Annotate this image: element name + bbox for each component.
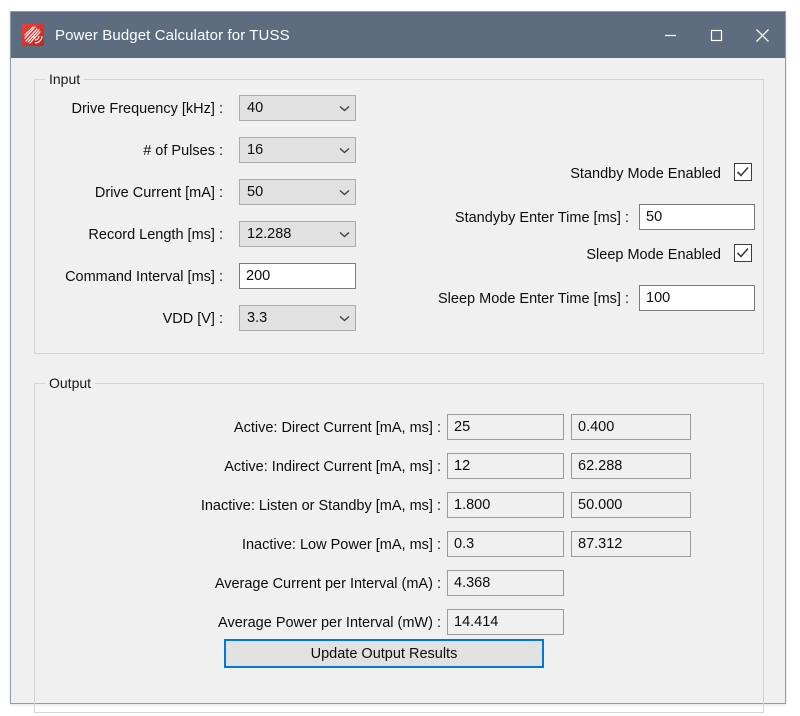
sleep-mode-enabled-checkbox[interactable]	[734, 244, 752, 262]
window-title: Power Budget Calculator for TUSS	[55, 27, 647, 44]
number-of-pulses-combobox[interactable]: 16	[239, 137, 356, 163]
chevron-down-icon	[333, 147, 355, 154]
average-current-ma: 4.368	[448, 575, 490, 591]
inactive-listen-standby-value1: 1.800	[447, 492, 564, 518]
command-interval-input[interactable]: 200	[239, 263, 356, 289]
chevron-down-icon	[333, 231, 355, 238]
record-length-value: 12.288	[240, 226, 333, 242]
number-of-pulses-label: # of Pulses :	[31, 141, 223, 161]
drive-frequency-combobox[interactable]: 40	[239, 95, 356, 121]
chevron-down-icon	[333, 105, 355, 112]
active-direct-current-label: Active: Direct Current [mA, ms] :	[111, 418, 441, 438]
inactive-low-power-ms: 87.312	[572, 536, 622, 552]
ultrasonic-wave-icon	[22, 24, 44, 46]
active-direct-current-value1: 25	[447, 414, 564, 440]
drive-current-combobox[interactable]: 50	[239, 179, 356, 205]
average-power-value: 14.414	[447, 609, 564, 635]
standby-mode-enabled-label: Standby Mode Enabled	[431, 164, 721, 184]
title-bar[interactable]: Power Budget Calculator for TUSS	[11, 12, 785, 58]
sleep-mode-enter-time-value: 100	[640, 290, 670, 306]
output-group-title: Output	[45, 375, 95, 391]
inactive-low-power-label: Inactive: Low Power [mA, ms] :	[111, 535, 441, 555]
chevron-down-icon	[333, 189, 355, 196]
inactive-low-power-value2: 87.312	[571, 531, 691, 557]
sleep-mode-enter-time-input[interactable]: 100	[639, 285, 755, 311]
inactive-listen-standby-ms: 50.000	[572, 497, 622, 513]
standby-mode-enabled-checkbox[interactable]	[734, 163, 752, 181]
application-window: Power Budget Calculator for TUSS Input D…	[10, 11, 786, 704]
record-length-combobox[interactable]: 12.288	[239, 221, 356, 247]
active-indirect-current-ms: 62.288	[572, 458, 622, 474]
drive-frequency-value: 40	[240, 100, 333, 116]
maximize-icon[interactable]	[693, 12, 739, 58]
sleep-mode-enter-time-label: Sleep Mode Enter Time [ms] :	[371, 289, 629, 309]
drive-frequency-label: Drive Frequency [kHz] :	[31, 99, 223, 119]
number-of-pulses-value: 16	[240, 142, 333, 158]
vdd-label: VDD [V] :	[31, 309, 223, 329]
vdd-combobox[interactable]: 3.3	[239, 305, 356, 331]
average-current-label: Average Current per Interval (mA) :	[111, 574, 441, 594]
inactive-listen-standby-ma: 1.800	[448, 497, 490, 513]
standby-enter-time-value: 50	[640, 209, 662, 225]
minimize-icon[interactable]	[647, 12, 693, 58]
average-power-label: Average Power per Interval (mW) :	[111, 613, 441, 633]
chevron-down-icon	[333, 315, 355, 322]
inactive-listen-standby-label: Inactive: Listen or Standby [mA, ms] :	[111, 496, 441, 516]
drive-current-value: 50	[240, 184, 333, 200]
command-interval-label: Command Interval [ms] :	[31, 267, 223, 287]
standby-enter-time-input[interactable]: 50	[639, 204, 755, 230]
inactive-low-power-value1: 0.3	[447, 531, 564, 557]
update-output-results-button[interactable]: Update Output Results	[224, 639, 544, 668]
input-group-title: Input	[45, 71, 84, 87]
command-interval-value: 200	[240, 268, 270, 284]
active-direct-current-ms: 0.400	[572, 419, 614, 435]
close-icon[interactable]	[739, 12, 785, 58]
client-area: Input Drive Frequency [kHz] : 40 # of Pu…	[11, 58, 785, 703]
active-direct-current-value2: 0.400	[571, 414, 691, 440]
update-output-results-label: Update Output Results	[311, 646, 458, 662]
sleep-mode-enabled-label: Sleep Mode Enabled	[431, 245, 721, 265]
drive-current-label: Drive Current [mA] :	[31, 183, 223, 203]
standby-enter-time-label: Standyby Enter Time [ms] :	[371, 208, 629, 228]
active-indirect-current-value1: 12	[447, 453, 564, 479]
inactive-listen-standby-value2: 50.000	[571, 492, 691, 518]
record-length-label: Record Length [ms] :	[31, 225, 223, 245]
active-indirect-current-ma: 12	[448, 458, 470, 474]
active-direct-current-ma: 25	[448, 419, 470, 435]
active-indirect-current-value2: 62.288	[571, 453, 691, 479]
average-power-mw: 14.414	[448, 614, 498, 630]
inactive-low-power-ma: 0.3	[448, 536, 474, 552]
active-indirect-current-label: Active: Indirect Current [mA, ms] :	[111, 457, 441, 477]
vdd-value: 3.3	[240, 310, 333, 326]
average-current-value: 4.368	[447, 570, 564, 596]
